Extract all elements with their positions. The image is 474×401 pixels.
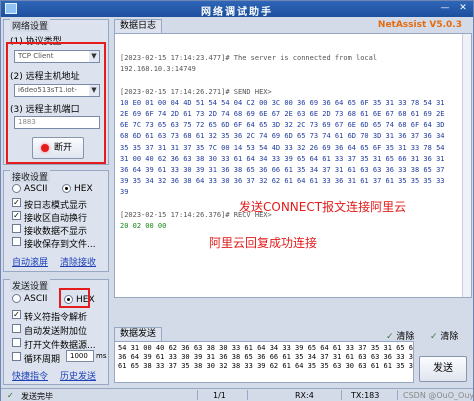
recv-hex-radio[interactable] — [62, 184, 71, 193]
send-ascii-radio[interactable] — [12, 294, 21, 303]
send-opt-checkbox-0[interactable]: ✓ — [12, 310, 21, 319]
watermark: CSDN @OuO_Ouy — [403, 391, 474, 400]
send-settings-title: 发送设置 — [10, 279, 51, 292]
clear-send-button-2[interactable]: ✓ 清除 — [430, 329, 458, 342]
recv-opt-checkbox-1[interactable]: ✓ — [12, 211, 21, 220]
log-scrollbar[interactable] — [462, 34, 471, 297]
log-line: [2023-02-15 17:14:23.477]# The server is… — [120, 54, 378, 62]
status-separator — [247, 390, 248, 400]
status-separator — [341, 390, 342, 400]
status-separator — [197, 390, 198, 400]
send-opt-label: 循环周期 — [24, 355, 61, 365]
log-line: 68 6D 61 63 73 68 61 32 35 36 2C 74 69 6… — [120, 132, 445, 141]
period-input[interactable]: 1000 — [66, 350, 94, 362]
broom-icon: ✓ — [430, 332, 438, 342]
title-bar: 网络调试助手 — ✕ — [1, 1, 473, 18]
status-bar: ✓ 发送完毕 1/1 RX:4 TX:183 CSDN @OuO_Ouy — [1, 388, 474, 401]
receive-log[interactable]: [2023-02-15 17:14:23.477]# The server is… — [114, 33, 472, 298]
log-line: 2E 69 6F 74 2D 61 73 2D 74 68 69 6E 67 2… — [120, 110, 445, 118]
recv-ascii-radio[interactable] — [12, 184, 21, 193]
status-ok-icon: ✓ — [7, 391, 14, 400]
send-opt-checkbox-2[interactable] — [12, 338, 21, 347]
log-line: 39 — [120, 188, 129, 197]
recv-opt-checkbox-2[interactable] — [12, 224, 21, 233]
version-label: NetAssist V5.0.3 — [377, 20, 462, 30]
window-title: 网络调试助手 — [201, 7, 273, 18]
rx-counter: RX:4 — [295, 391, 314, 400]
recv-opt-label: 接收区自动换行 — [24, 214, 88, 224]
log-line: 10 E0 01 00 04 4D 51 54 54 04 C2 00 3C 0… — [120, 98, 445, 107]
log-line: [2023-02-15 17:14:26.271]# SEND HEX> — [120, 87, 272, 96]
status-separator — [397, 390, 398, 400]
send-opt-checkbox-1[interactable] — [12, 324, 21, 333]
send-opt-label: 转义符指令解析 — [24, 313, 88, 323]
recv-opt-checkbox-3[interactable] — [12, 237, 21, 246]
highlight-net-box — [6, 42, 106, 164]
right-panel: 数据日志 NetAssist V5.0.3 [2023-02-15 17:14:… — [114, 19, 472, 387]
app-window: 网络调试助手 — ✕ 网络设置 (1) 协议类型 TCP Client ▼ (2… — [0, 0, 474, 401]
minimize-icon[interactable]: — — [438, 3, 452, 15]
highlight-hex-box — [59, 288, 90, 308]
clear-recv-link[interactable]: 清除接收 — [60, 255, 96, 268]
recv-settings-group: 接收设置 ASCII HEX ✓ 按日志模式显示 ✓ 接收区自动换行 接收数据不… — [3, 170, 109, 272]
tab-data-log[interactable]: 数据日志 — [114, 19, 162, 33]
log-line: 31 00 40 62 36 63 38 30 33 61 64 34 33 3… — [120, 154, 445, 163]
send-settings-group: 发送设置 ASCII HEX ✓ 转义符指令解析 自动发送附加位 打开文件数据源… — [3, 279, 109, 385]
log-line: 6E 7C 73 65 63 75 72 65 6D 6F 64 65 3D 3… — [120, 121, 445, 130]
recv-opt-label: 接收保存到文件... — [24, 240, 96, 250]
log-line: 192.168.10.3:14749 — [120, 65, 196, 74]
net-settings-title: 网络设置 — [10, 19, 51, 32]
left-panel: 网络设置 (1) 协议类型 TCP Client ▼ (2) 远程主机地址 i6… — [3, 19, 111, 387]
recv-settings-title: 接收设置 — [10, 170, 51, 183]
close-icon[interactable]: ✕ — [456, 3, 470, 15]
tab-data-send[interactable]: 数据发送 — [114, 327, 162, 341]
period-unit: ms — [96, 352, 107, 360]
send-opt-checkbox-3[interactable] — [12, 352, 21, 361]
log-line: 35 35 37 31 31 37 35 7C 00 14 53 54 4D 3… — [120, 143, 445, 152]
send-header: 数据发送 ✓ 清除 ✓ 清除 — [114, 327, 472, 342]
send-opt-label: 自动发送附加位 — [24, 327, 88, 337]
send-button[interactable]: 发送 — [419, 356, 467, 382]
annotation-connect: 发送CONNECT报文连接阿里云 — [239, 200, 407, 214]
send-ascii-label: ASCII — [24, 294, 48, 304]
annotation-reply: 阿里云回复成功连接 — [209, 236, 318, 250]
recv-opt-label: 接收数据不显示 — [24, 227, 88, 237]
auto-scroll-link[interactable]: 自动滚屏 — [12, 255, 48, 268]
log-line: 39 35 34 32 36 38 64 33 30 36 37 32 62 6… — [120, 177, 445, 186]
recv-opt-label: 按日志模式显示 — [24, 201, 88, 211]
frame-counter: 1/1 — [213, 391, 226, 400]
log-line: 20 02 00 00 — [120, 222, 167, 230]
history-link[interactable]: 历史发送 — [60, 369, 96, 382]
net-settings-group: 网络设置 (1) 协议类型 TCP Client ▼ (2) 远程主机地址 i6… — [3, 19, 109, 165]
send-input[interactable]: 54 31 00 40 62 36 63 38 30 33 61 64 34 3… — [114, 341, 414, 383]
clear-send-label-2: 清除 — [440, 332, 459, 342]
log-line: 36 64 39 61 33 30 39 31 36 38 65 36 66 6… — [120, 166, 445, 174]
recv-opt-checkbox-0[interactable]: ✓ — [12, 198, 21, 207]
recv-ascii-label: ASCII — [24, 184, 48, 194]
shortcuts-link[interactable]: 快捷指令 — [12, 369, 48, 382]
recv-hex-label: HEX — [74, 184, 93, 194]
tx-counter: TX:183 — [351, 391, 380, 400]
status-text: 发送完毕 — [21, 392, 53, 401]
